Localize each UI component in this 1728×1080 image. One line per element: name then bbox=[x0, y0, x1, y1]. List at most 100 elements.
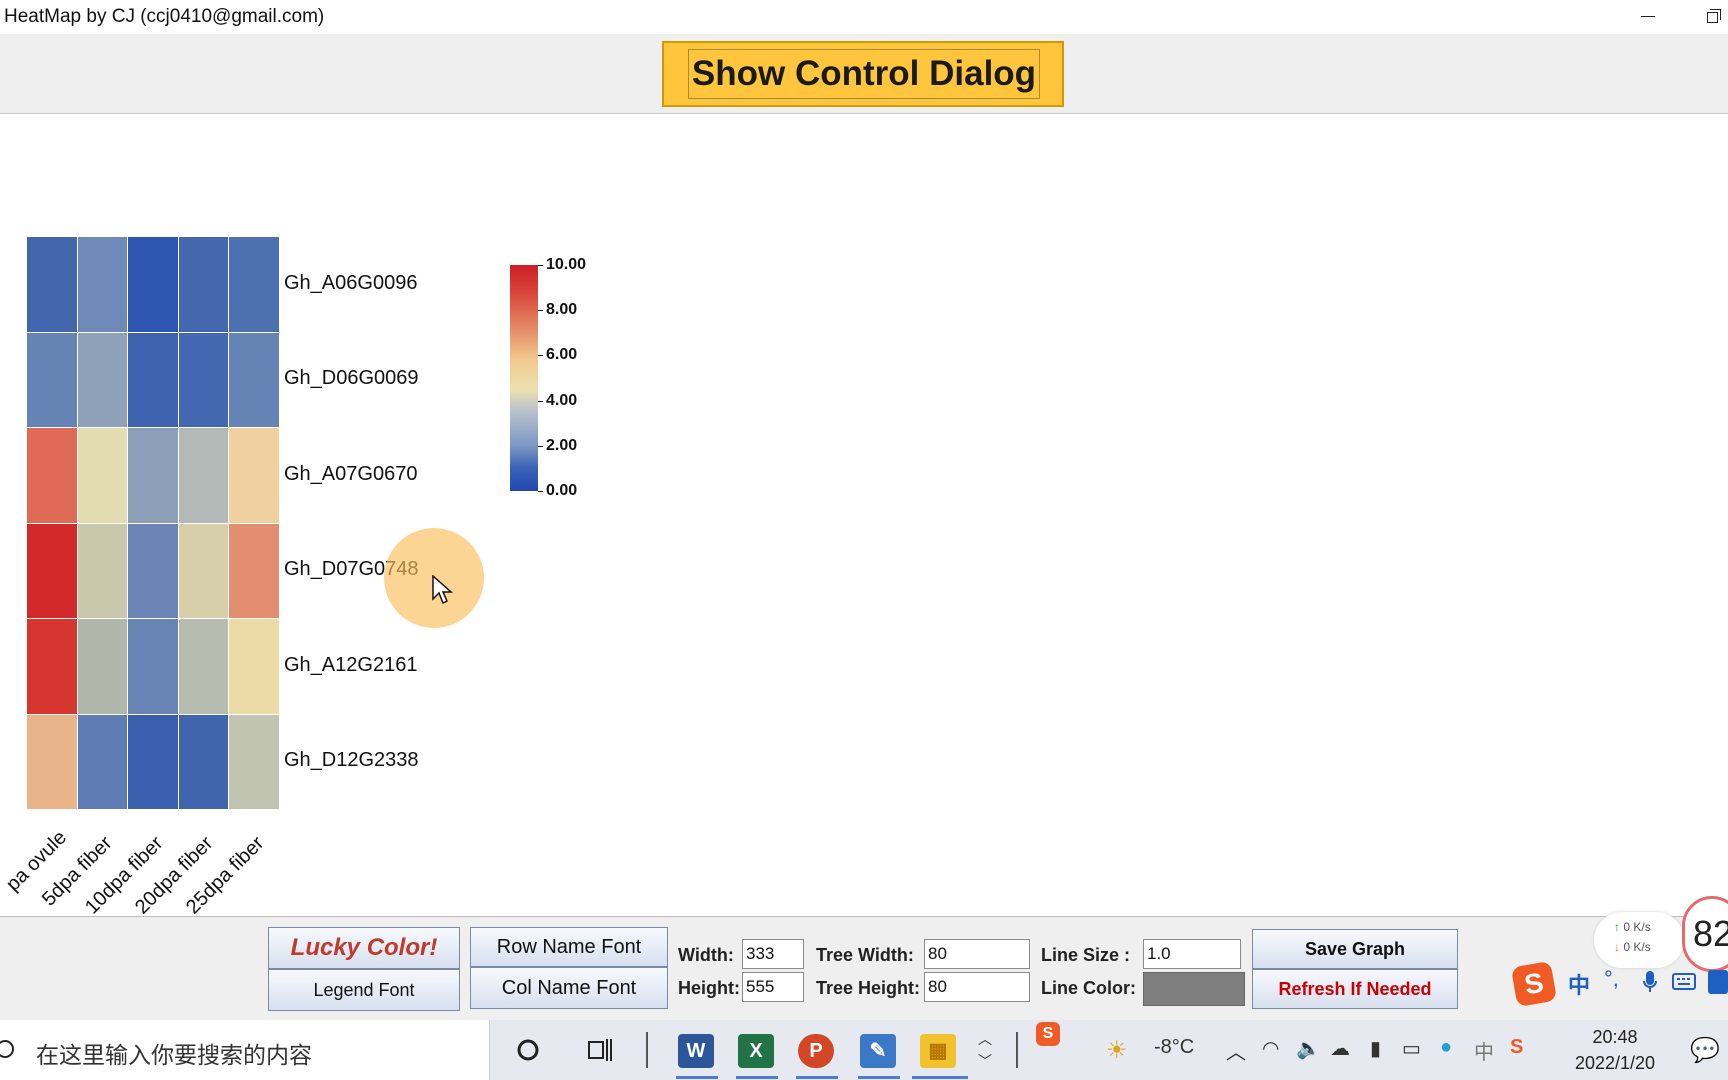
legend-tick-label: 0.00 bbox=[546, 482, 578, 499]
top-toolbar: Show Control Dialog bbox=[0, 34, 1728, 114]
heatmap-cell bbox=[177, 427, 229, 524]
heatmap-cell bbox=[228, 331, 280, 428]
legend-tick-label: 6.00 bbox=[546, 346, 578, 364]
heatmap-cell bbox=[127, 236, 179, 333]
powerpoint-active-indicator bbox=[796, 1076, 838, 1079]
heatmap-app-active-indicator bbox=[912, 1076, 968, 1079]
width-label: Width: bbox=[678, 945, 734, 965]
tree-width-input[interactable]: 80 bbox=[924, 939, 1030, 969]
height-input[interactable]: 555 bbox=[742, 972, 804, 1002]
tree-width-label: Tree Width: bbox=[816, 945, 914, 965]
mic-tray-icon[interactable]: ▮ bbox=[1370, 1036, 1381, 1061]
security-icon[interactable]: ● bbox=[1440, 1036, 1452, 1059]
battery-icon[interactable]: ▭ bbox=[1402, 1036, 1421, 1061]
line-size-input[interactable]: 1.0 bbox=[1143, 939, 1241, 969]
line-color-label: Line Color: bbox=[1041, 978, 1136, 998]
heatmap-cell bbox=[26, 713, 78, 810]
skin-icon[interactable] bbox=[1708, 970, 1728, 994]
volume-icon[interactable]: 🔈 bbox=[1296, 1036, 1321, 1061]
restore-icon[interactable] bbox=[1700, 4, 1724, 28]
taskbar-divider-2 bbox=[1016, 1032, 1018, 1068]
task-view-icon[interactable] bbox=[586, 1036, 614, 1064]
heatmap-cell bbox=[177, 331, 229, 428]
tray-overflow-icon[interactable]: ︿ bbox=[1226, 1036, 1246, 1065]
tree-height-input[interactable]: 80 bbox=[924, 972, 1030, 1002]
excel-icon[interactable]: X bbox=[738, 1034, 774, 1068]
keyboard-icon[interactable] bbox=[1672, 972, 1696, 992]
ime-toolbar: S 中 °, bbox=[1510, 960, 1728, 1008]
weather-icon[interactable]: ☀ bbox=[1106, 1036, 1128, 1065]
show-control-dialog-button[interactable]: Show Control Dialog bbox=[662, 41, 1064, 107]
row-name-label: Gh_A12G2161 bbox=[284, 653, 418, 676]
input-lang-icon[interactable]: 中 bbox=[1474, 1036, 1494, 1065]
sogou-tray-icon-2[interactable]: S bbox=[1510, 1036, 1523, 1059]
cloud-icon[interactable]: ☁ bbox=[1330, 1036, 1350, 1061]
width-input[interactable]: 333 bbox=[742, 939, 804, 969]
heatmap-cell bbox=[177, 713, 229, 810]
heatmap-cell bbox=[228, 522, 280, 619]
col-name-font-button[interactable]: Col Name Font bbox=[470, 967, 668, 1009]
download-speed: 0 K/s bbox=[1623, 940, 1651, 954]
wifi-icon[interactable]: ◠ bbox=[1262, 1036, 1279, 1061]
heatmap-cell bbox=[127, 713, 179, 810]
legend-tick-label: 10.00 bbox=[546, 256, 587, 273]
lucky-color-button[interactable]: Lucky Color! bbox=[268, 927, 460, 969]
legend-tick-label: 8.00 bbox=[546, 301, 578, 319]
minimize-icon[interactable] bbox=[1636, 4, 1660, 28]
heatmap-cell bbox=[76, 522, 128, 619]
powerpoint-icon[interactable]: P bbox=[798, 1034, 834, 1068]
clock[interactable]: 20:48 2022/1/20 bbox=[1560, 1024, 1670, 1076]
heatmap-cell bbox=[127, 331, 179, 428]
word-icon[interactable]: W bbox=[678, 1034, 714, 1068]
heatmap-cell bbox=[228, 236, 280, 333]
legend-tick-mark bbox=[538, 310, 543, 312]
weather-temperature[interactable]: -8°C bbox=[1154, 1036, 1194, 1059]
heatmap-cell bbox=[26, 236, 78, 333]
ime-lang-indicator[interactable]: 中 bbox=[1568, 968, 1590, 1000]
heatmap-cell bbox=[76, 618, 128, 715]
heatmap-app-icon[interactable]: ▦ bbox=[920, 1034, 956, 1068]
heatmap-cell bbox=[26, 331, 78, 428]
taskbar: 在这里输入你要搜索的内容 W X P ✎ ▦ ︿ ﹀ S ☀ -8°C ︿ ◠ 🔈… bbox=[0, 1020, 1728, 1080]
taskbar-search[interactable]: 在这里输入你要搜索的内容 bbox=[0, 1020, 490, 1080]
row-name-label: Gh_D06G0069 bbox=[284, 367, 419, 390]
clock-date: 2022/1/20 bbox=[1574, 1053, 1656, 1073]
cortana-icon[interactable] bbox=[516, 1038, 540, 1062]
clock-time: 20:48 bbox=[1592, 1027, 1638, 1047]
punctuation-icon[interactable]: °, bbox=[1604, 966, 1619, 992]
row-name-label: Gh_D12G2338 bbox=[284, 749, 419, 772]
heatmap-cell bbox=[76, 331, 128, 428]
sogou-tray-icon[interactable]: S bbox=[1036, 1022, 1060, 1046]
microphone-icon[interactable] bbox=[1642, 970, 1658, 994]
save-graph-button[interactable]: Save Graph bbox=[1252, 929, 1458, 969]
legend-tick-label: 2.00 bbox=[546, 436, 578, 454]
heatmap-cell bbox=[127, 618, 179, 715]
title-bar: HeatMap by CJ (ccj0410@gmail.com) bbox=[0, 0, 1728, 34]
row-name-font-button[interactable]: Row Name Font bbox=[470, 927, 668, 967]
legend-tick-mark bbox=[538, 355, 543, 357]
row-name-label: Gh_A06G0096 bbox=[284, 271, 418, 294]
notification-icon[interactable]: 💬 bbox=[1690, 1036, 1720, 1065]
drawing-app-icon[interactable]: ✎ bbox=[860, 1034, 896, 1068]
legend-font-button[interactable]: Legend Font bbox=[268, 969, 460, 1011]
heatmap-cell bbox=[76, 427, 128, 524]
heatmap-cell bbox=[76, 236, 128, 333]
heatmap-cell bbox=[228, 427, 280, 524]
show-control-dialog-label: Show Control Dialog bbox=[688, 49, 1040, 99]
line-color-swatch[interactable] bbox=[1143, 972, 1245, 1006]
heatmap-cell bbox=[228, 713, 280, 810]
heatmap-cell bbox=[26, 427, 78, 524]
refresh-button[interactable]: Refresh If Needed bbox=[1252, 969, 1458, 1009]
network-speed-widget[interactable]: ↑ 0 K/s ↓ 0 K/s bbox=[1594, 912, 1684, 968]
heatmap-cell bbox=[177, 522, 229, 619]
speed-badge[interactable]: 82 bbox=[1682, 896, 1728, 972]
sogou-logo-icon[interactable]: S bbox=[1510, 960, 1558, 1008]
heatmap-canvas: Gh_A06G0096 Gh_D06G0069 Gh_A07G0670 Gh_D07G… bbox=[0, 115, 1728, 918]
taskbar-divider bbox=[646, 1032, 648, 1068]
excel-active-indicator bbox=[736, 1076, 778, 1079]
height-label: Height: bbox=[678, 978, 740, 998]
taskbar-scroll-arrows[interactable]: ︿ ﹀ bbox=[978, 1028, 992, 1072]
download-arrow-icon: ↓ bbox=[1614, 940, 1620, 954]
heatmap-cell bbox=[177, 618, 229, 715]
heatmap-cell bbox=[127, 427, 179, 524]
